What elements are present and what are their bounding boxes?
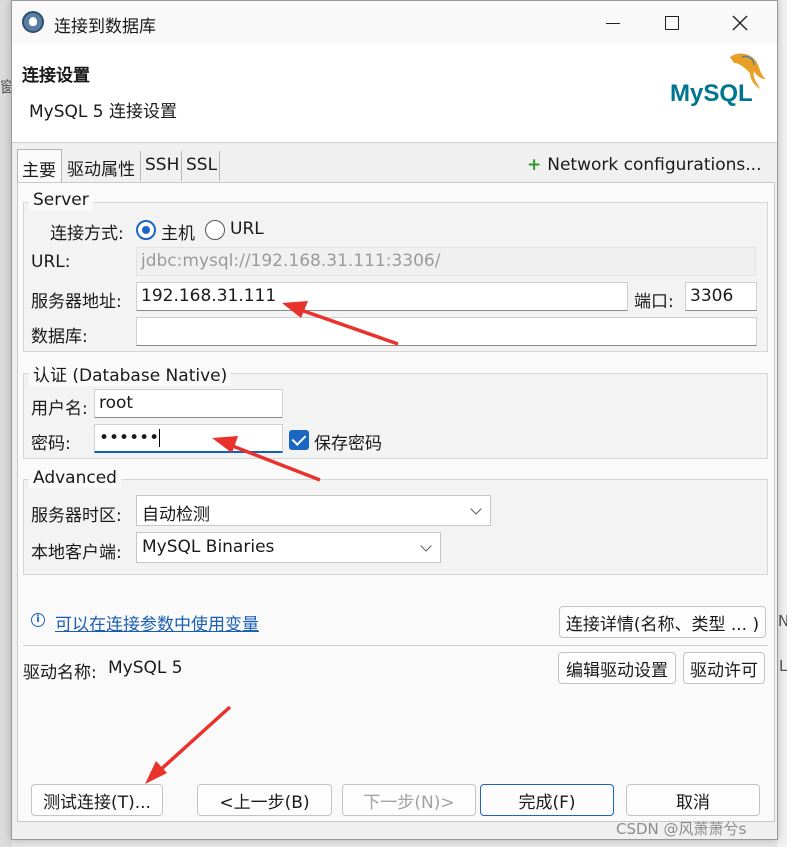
background-text-fragment: N [778, 612, 787, 630]
chevron-down-icon [470, 503, 482, 515]
info-icon: i [31, 613, 45, 627]
username-input[interactable]: root [94, 389, 283, 418]
username-label: 用户名: [31, 399, 88, 419]
port-input[interactable]: 3306 [685, 282, 757, 311]
host-input[interactable]: 192.168.31.111 [136, 282, 628, 311]
tab-divider [219, 151, 220, 181]
tab-ssh[interactable]: SSH [141, 149, 179, 183]
host-radio-label[interactable]: 主机 [161, 219, 195, 244]
page-subtitle: MySQL 5 连接设置 [29, 102, 177, 122]
edit-driver-settings-button[interactable]: 编辑驱动设置 [558, 652, 676, 684]
watermark: CSDN @风萧萧兮s [616, 820, 747, 838]
server-legend: Server [29, 190, 93, 210]
close-button[interactable] [712, 1, 768, 45]
background-app-right [777, 0, 787, 847]
variables-help-link[interactable]: 可以在连接参数中使用变量 [55, 610, 259, 635]
page-title: 连接设置 [22, 66, 90, 86]
test-connection-button[interactable]: 测试连接(T)... [31, 784, 163, 816]
timezone-value: 自动检测 [142, 505, 210, 525]
tab-ssl[interactable]: SSL [182, 149, 217, 183]
host-radio[interactable] [136, 220, 156, 240]
close-icon [732, 15, 748, 31]
database-label: 数据库: [31, 327, 88, 347]
password-input[interactable]: •••••• [94, 424, 283, 453]
divider [23, 645, 768, 646]
timezone-label: 服务器时区: [31, 506, 122, 526]
advanced-legend: Advanced [29, 468, 121, 488]
window-title: 连接到数据库 [54, 17, 156, 37]
port-label: 端口: [634, 292, 674, 312]
tab-main[interactable]: 主要 [17, 149, 62, 183]
maximize-icon [665, 16, 679, 30]
network-configurations-label: Network configurations... [547, 155, 762, 175]
text-cursor [159, 429, 161, 447]
chevron-down-icon [420, 540, 432, 552]
plus-icon: + [527, 155, 542, 175]
save-password-checkbox[interactable] [289, 430, 309, 450]
auth-legend: 认证 (Database Native) [29, 361, 232, 386]
network-configurations-link[interactable]: + Network configurations... [527, 155, 761, 175]
minimize-icon [606, 22, 620, 24]
connection-details-button[interactable]: 连接详情(名称、类型 ... ) [559, 606, 766, 638]
next-button: 下一步(N)> [342, 784, 476, 816]
background-text-fragment: L [779, 657, 787, 675]
url-field: jdbc:mysql://192.168.31.111:3306/ [136, 247, 756, 276]
tab-driver-properties[interactable]: 驱动属性 [63, 149, 135, 183]
password-label: 密码: [31, 434, 71, 454]
timezone-select[interactable]: 自动检测 [136, 495, 491, 526]
local-client-value: MySQL Binaries [142, 537, 275, 557]
driver-name-value: MySQL 5 [108, 658, 183, 678]
host-label: 服务器地址: [31, 292, 122, 312]
save-password-label[interactable]: 保存密码 [314, 429, 382, 454]
driver-name-label: 驱动名称: [23, 663, 97, 683]
url-radio[interactable] [205, 220, 225, 240]
title-bar[interactable]: 连接到数据库 [12, 1, 777, 45]
url-radio-label[interactable]: URL [230, 219, 264, 239]
database-input[interactable] [136, 317, 757, 346]
mysql-logo: MySQL [670, 53, 766, 107]
local-client-select[interactable]: MySQL Binaries [136, 532, 441, 563]
driver-license-button[interactable]: 驱动许可 [683, 652, 765, 684]
connect-database-dialog: 连接到数据库 连接设置 MySQL 5 连接设置 MySQL 主要 驱动属性 S… [11, 0, 778, 840]
main-tab-content: Server 连接方式: 主机 URL URL: jdbc:mysql://19… [17, 182, 775, 822]
password-value: •••••• [99, 428, 160, 448]
cancel-button[interactable]: 取消 [626, 784, 760, 816]
previous-button[interactable]: <上一步(B) [197, 784, 332, 816]
dbeaver-icon [22, 11, 44, 33]
connection-mode-label: 连接方式: [50, 224, 124, 244]
local-client-label: 本地客户端: [31, 543, 122, 563]
maximize-button[interactable] [644, 1, 700, 45]
minimize-button[interactable] [585, 1, 641, 45]
url-label: URL: [31, 252, 71, 272]
mysql-logo-text: MySQL [670, 80, 753, 107]
dialog-header: 连接设置 MySQL 5 连接设置 MySQL [12, 45, 777, 143]
finish-button[interactable]: 完成(F) [480, 784, 614, 816]
